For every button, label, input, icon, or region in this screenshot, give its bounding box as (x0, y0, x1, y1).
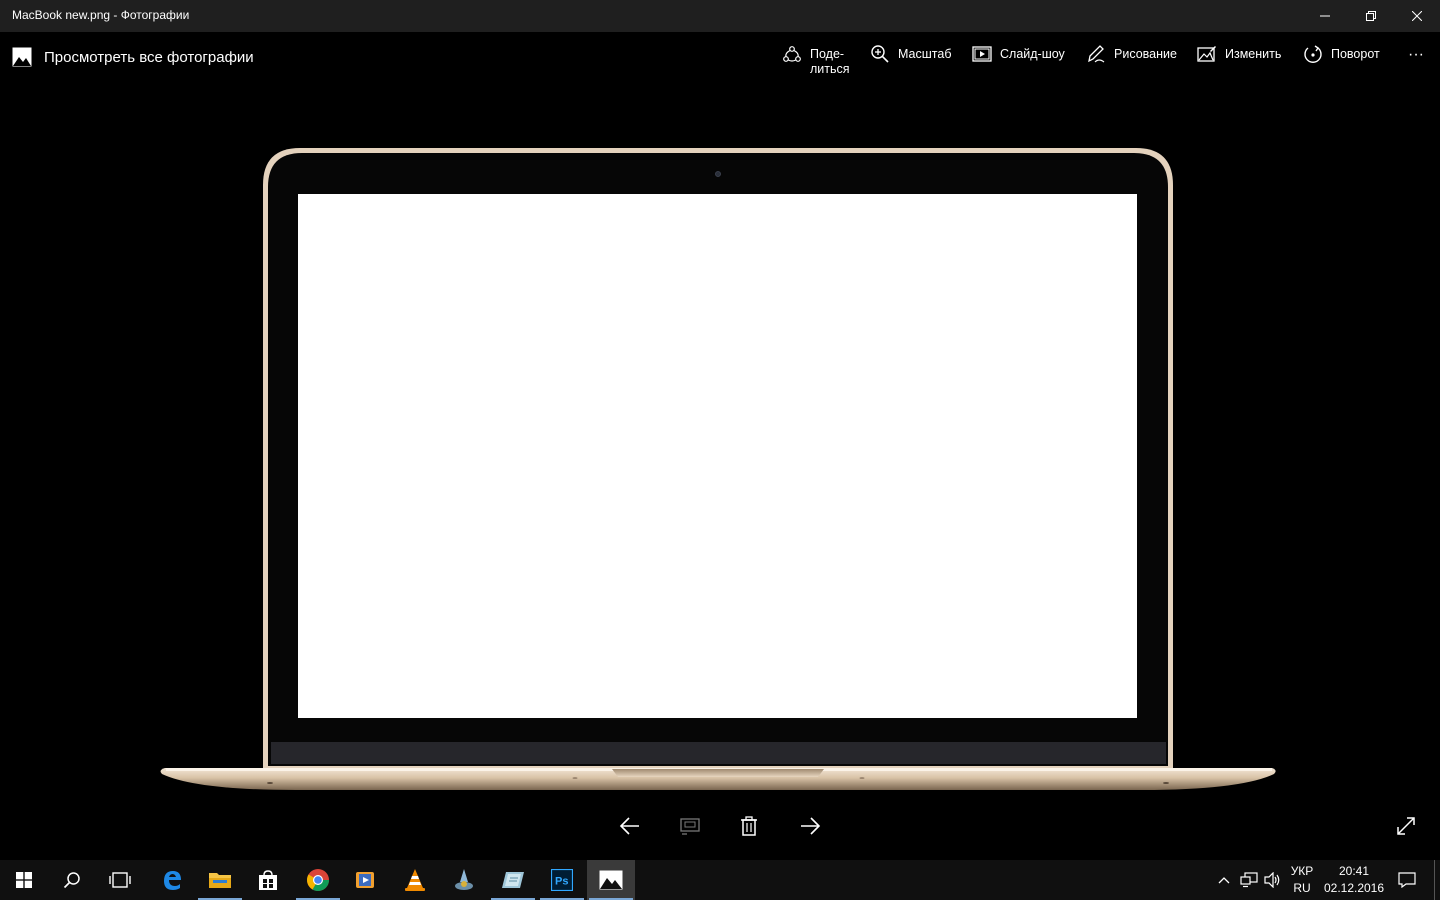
arrow-left-icon (619, 817, 639, 835)
cast-button[interactable] (675, 811, 705, 841)
windows-logo-icon (16, 872, 32, 888)
clock-time: 20:41 (1338, 864, 1370, 878)
share-button[interactable]: Поде- литься (782, 44, 850, 76)
rotate-label: Поворот (1331, 47, 1380, 61)
draw-label: Рисование (1114, 47, 1177, 61)
language-secondary: RU (1293, 881, 1311, 895)
share-label-line2: литься (810, 62, 850, 76)
volume-icon (1264, 872, 1280, 888)
window-title: MacBook new.png - Фотографии (12, 8, 190, 22)
vlc-cone-icon (405, 869, 425, 891)
photo-viewer[interactable] (0, 82, 1440, 802)
action-center-button[interactable] (1392, 860, 1422, 900)
start-button[interactable] (0, 860, 48, 900)
edge-icon (164, 871, 181, 890)
notification-icon (1398, 872, 1416, 888)
rotate-icon (1304, 45, 1322, 63)
edit-image-icon (1197, 46, 1216, 62)
search-icon (63, 872, 80, 889)
restore-button[interactable] (1348, 0, 1394, 32)
taskbar-photoshop[interactable]: Ps (538, 860, 586, 900)
chrome-icon (307, 869, 329, 891)
fullscreen-icon (1397, 817, 1415, 835)
share-label-line1: Поде- (810, 47, 845, 61)
share-label: Поде- литься (810, 47, 850, 77)
more-icon: ··· (1408, 46, 1424, 63)
restore-icon (1366, 11, 1376, 21)
taskbar-app[interactable] (440, 860, 488, 900)
arrow-right-icon (801, 817, 821, 835)
taskbar: Ps УКР RU 20:41 02.12.2016 (0, 860, 1440, 900)
share-icon (783, 46, 801, 62)
clock[interactable]: 20:41 02.12.2016 (1322, 860, 1386, 900)
store-bag-icon (259, 870, 277, 890)
fullscreen-button[interactable] (1391, 811, 1421, 841)
zoom-button[interactable]: Масштаб (870, 44, 951, 72)
close-icon (1412, 11, 1422, 21)
show-desktop-button[interactable] (1434, 860, 1440, 900)
minimize-icon (1320, 15, 1330, 17)
trash-icon (741, 816, 757, 836)
pen-icon (1088, 45, 1105, 63)
chevron-up-icon (1218, 877, 1230, 884)
taskbar-vlc[interactable] (391, 860, 439, 900)
taskbar-edge[interactable] (148, 860, 196, 900)
macbook-image (160, 148, 1276, 790)
slideshow-button[interactable]: Слайд-шоу (972, 44, 1065, 72)
photos-app-icon (599, 870, 623, 890)
volume-button[interactable] (1261, 860, 1285, 900)
svg-text:Ps: Ps (555, 876, 568, 888)
clock-date: 02.12.2016 (1323, 881, 1385, 895)
slideshow-icon (972, 46, 992, 62)
draw-button[interactable]: Рисование (1086, 44, 1177, 72)
taskbar-photos[interactable] (587, 860, 635, 900)
edit-button[interactable]: Изменить (1197, 44, 1281, 72)
previous-photo-button[interactable] (615, 811, 645, 841)
app-icon-2 (502, 872, 524, 888)
minimize-button[interactable] (1302, 0, 1348, 32)
delete-button[interactable] (734, 811, 764, 841)
network-icon (1240, 872, 1258, 888)
zoom-label: Масштаб (898, 47, 952, 61)
task-view-button[interactable] (96, 860, 144, 900)
zoom-in-icon (871, 45, 889, 63)
edit-label: Изменить (1225, 47, 1282, 61)
language-primary: УКР (1290, 864, 1314, 878)
network-button[interactable] (1237, 860, 1261, 900)
task-view-icon (109, 872, 131, 888)
taskbar-app-2[interactable] (489, 860, 537, 900)
taskbar-store[interactable] (244, 860, 292, 900)
app-icon (455, 869, 473, 890)
view-all-photos-button[interactable]: Просмотреть все фотографии (12, 44, 254, 70)
photoshop-icon: Ps (551, 869, 573, 891)
command-bar: Просмотреть все фотографии Поде- литься … (0, 32, 1440, 82)
slideshow-label: Слайд-шоу (1000, 47, 1065, 61)
folder-icon (209, 873, 231, 888)
more-button[interactable]: ··· (1400, 46, 1432, 74)
taskbar-media-player[interactable] (341, 860, 389, 900)
next-photo-button[interactable] (795, 811, 825, 841)
taskbar-chrome[interactable] (294, 860, 342, 900)
search-button[interactable] (48, 860, 96, 900)
close-button[interactable] (1394, 0, 1440, 32)
photo-navigation (0, 805, 1440, 847)
view-all-label: Просмотреть все фотографии (44, 48, 254, 66)
title-bar: MacBook new.png - Фотографии (0, 0, 1440, 32)
taskbar-file-explorer[interactable] (196, 860, 244, 900)
photos-icon (12, 47, 32, 67)
rotate-button[interactable]: Поворот (1303, 44, 1380, 72)
slideshow-cast-icon (680, 818, 700, 835)
show-hidden-icons-button[interactable] (1212, 860, 1236, 900)
language-indicator[interactable]: УКР RU (1287, 860, 1317, 900)
media-player-icon (356, 872, 374, 888)
